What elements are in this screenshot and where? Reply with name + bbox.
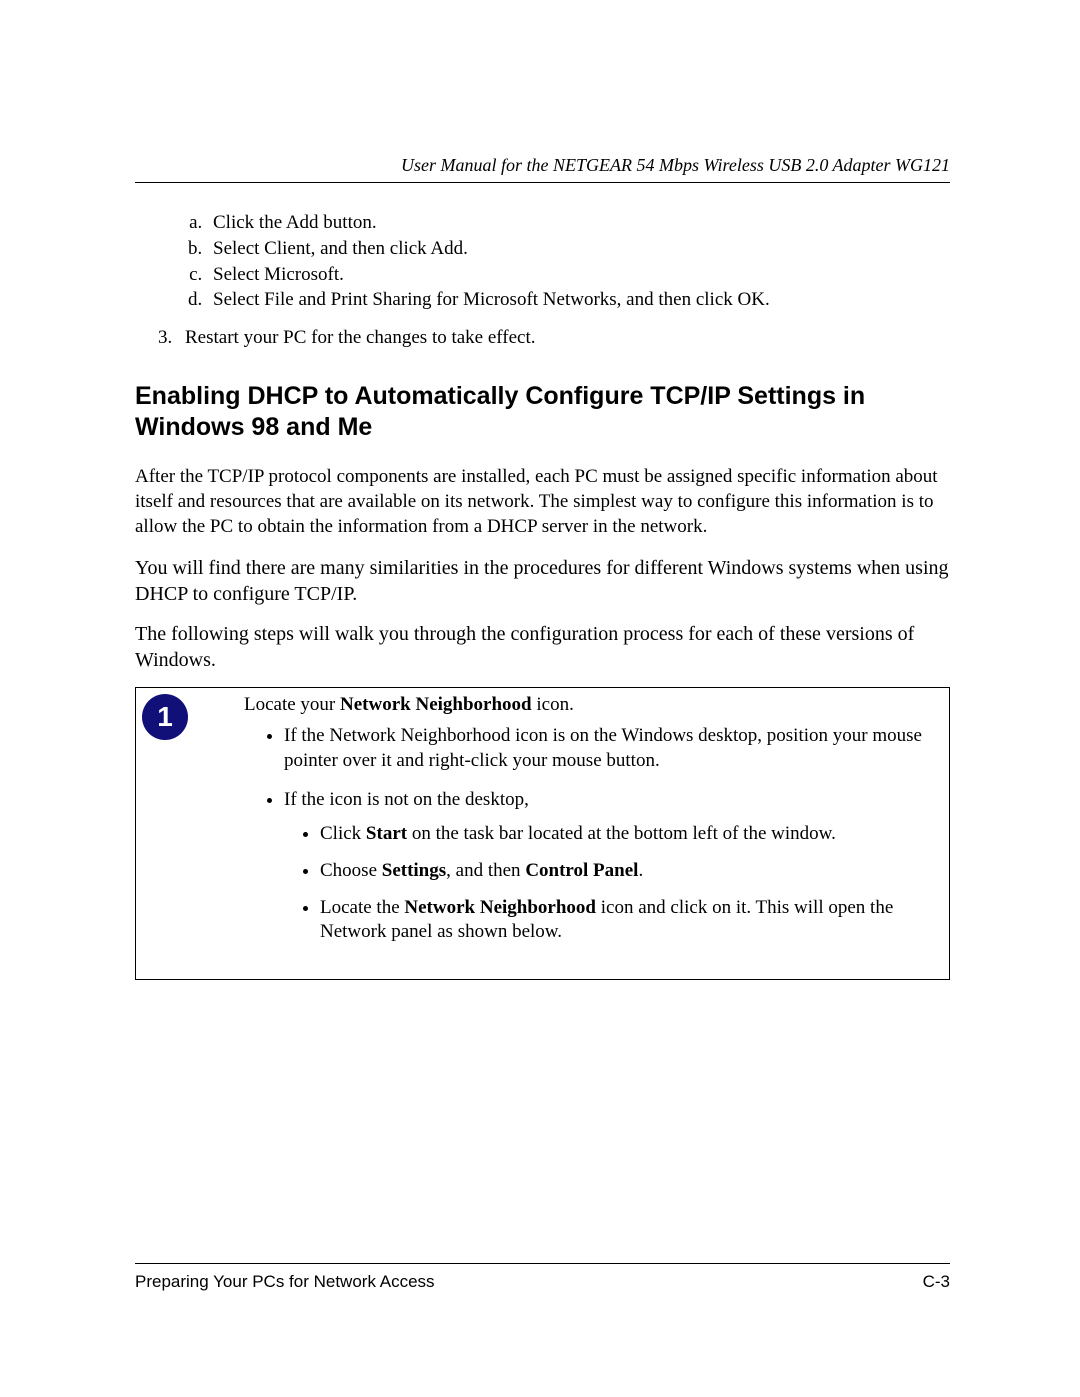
paragraph-1: After the TCP/IP protocol components are… bbox=[135, 465, 950, 539]
footer-rule bbox=[135, 1263, 950, 1264]
s2-mid: , and then bbox=[446, 860, 525, 881]
footer-left: Preparing Your PCs for Network Access bbox=[135, 1272, 435, 1292]
section-heading: Enabling DHCP to Automatically Configure… bbox=[135, 381, 950, 444]
footer-right: C-3 bbox=[923, 1272, 950, 1292]
sub-steps-list: Click the Add button. Select Client, and… bbox=[135, 211, 950, 312]
intro-bold: Network Neighborhood bbox=[340, 694, 532, 715]
s2-b2: Control Panel bbox=[525, 860, 638, 881]
s2-b1: Settings bbox=[382, 860, 446, 881]
s3-b1: Network Neighborhood bbox=[404, 897, 596, 918]
substep-b: Select Client, and then click Add. bbox=[207, 237, 950, 261]
step-box: 1 Locate your Network Neighborhood icon.… bbox=[135, 687, 950, 980]
sub-bullets: Click Start on the task bar located at t… bbox=[284, 822, 933, 945]
substep-c: Select Microsoft. bbox=[207, 263, 950, 287]
s1-b1: Start bbox=[366, 823, 407, 844]
footer-row: Preparing Your PCs for Network Access C-… bbox=[135, 1272, 950, 1292]
s2-pre: Choose bbox=[320, 860, 382, 881]
bullet-2: If the icon is not on the desktop, Click… bbox=[284, 788, 933, 945]
step-number-badge: 1 bbox=[142, 694, 188, 740]
sub-bullet-1: Click Start on the task bar located at t… bbox=[320, 822, 933, 847]
s1-post: on the task bar located at the bottom le… bbox=[407, 823, 836, 844]
s1-pre: Click bbox=[320, 823, 366, 844]
page: User Manual for the NETGEAR 54 Mbps Wire… bbox=[0, 0, 1080, 1397]
header-rule bbox=[135, 182, 950, 183]
bullet-2-text: If the icon is not on the desktop, bbox=[284, 789, 529, 810]
bullet-1: If the Network Neighborhood icon is on t… bbox=[284, 724, 933, 773]
step-bullets: If the Network Neighborhood icon is on t… bbox=[244, 724, 933, 945]
step-intro: Locate your Network Neighborhood icon. bbox=[244, 694, 933, 716]
s3-pre: Locate the bbox=[320, 897, 404, 918]
running-header: User Manual for the NETGEAR 54 Mbps Wire… bbox=[135, 155, 950, 176]
step-3: Restart your PC for the changes to take … bbox=[177, 326, 950, 351]
substep-d: Select File and Print Sharing for Micros… bbox=[207, 288, 950, 312]
sub-bullet-2: Choose Settings, and then Control Panel. bbox=[320, 859, 933, 884]
main-steps-list: Restart your PC for the changes to take … bbox=[135, 326, 950, 351]
paragraph-2: You will find there are many similaritie… bbox=[135, 555, 950, 607]
paragraph-3: The following steps will walk you throug… bbox=[135, 621, 950, 673]
s2-post: . bbox=[638, 860, 643, 881]
sub-bullet-3: Locate the Network Neighborhood icon and… bbox=[320, 896, 933, 945]
footer: Preparing Your PCs for Network Access C-… bbox=[135, 1263, 950, 1292]
substep-a: Click the Add button. bbox=[207, 211, 950, 235]
intro-pre: Locate your bbox=[244, 694, 340, 715]
intro-post: icon. bbox=[532, 694, 574, 715]
